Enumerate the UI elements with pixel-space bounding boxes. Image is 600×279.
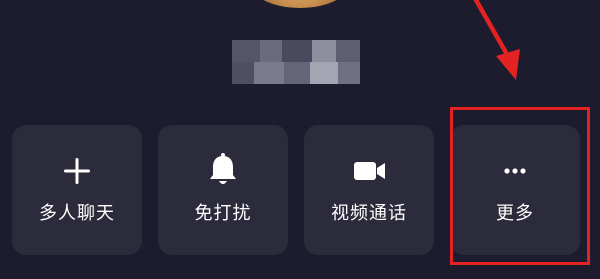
- contact-name-blurred: [232, 40, 360, 84]
- group-chat-button[interactable]: 多人聊天: [12, 125, 142, 255]
- video-camera-icon: [345, 147, 393, 195]
- plus-icon: [53, 147, 101, 195]
- avatar[interactable]: [246, 0, 354, 8]
- group-chat-label: 多人聊天: [39, 203, 115, 224]
- do-not-disturb-button[interactable]: 免打扰: [158, 125, 288, 255]
- do-not-disturb-label: 免打扰: [194, 203, 252, 224]
- highlight-box: [450, 107, 590, 265]
- bell-icon: [199, 147, 247, 195]
- video-call-button[interactable]: 视频通话: [304, 125, 434, 255]
- red-arrow-icon: [473, 0, 520, 80]
- video-call-label: 视频通话: [331, 203, 407, 224]
